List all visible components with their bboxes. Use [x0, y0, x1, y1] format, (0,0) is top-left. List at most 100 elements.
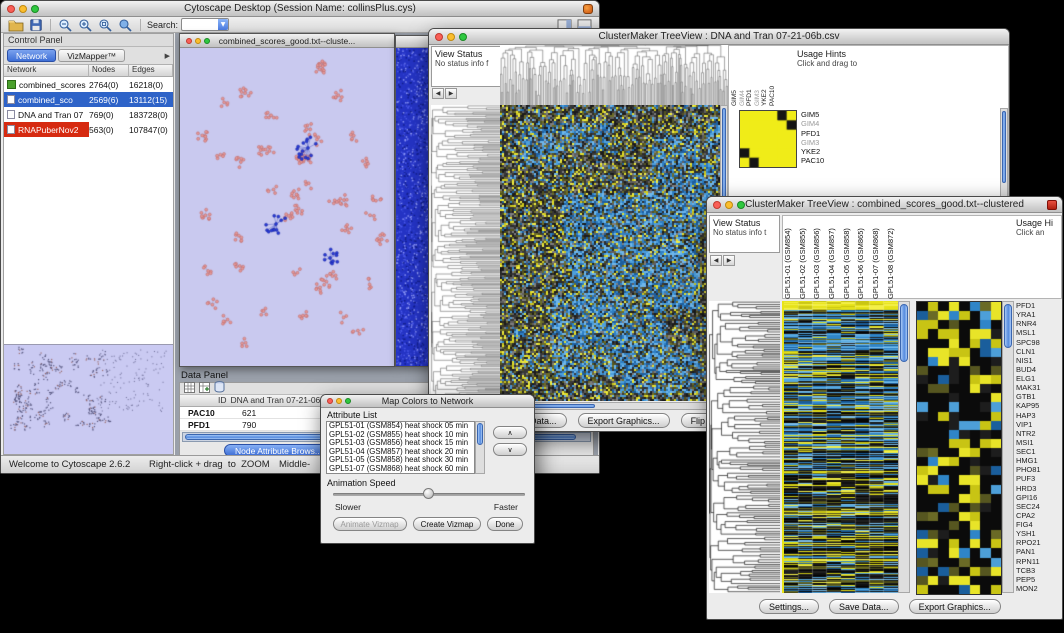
save-session-icon[interactable]: [27, 17, 44, 32]
zoom-heatmap-canvas[interactable]: [916, 301, 1002, 595]
gene-label[interactable]: NIS1: [1016, 356, 1062, 365]
close-icon[interactable]: [327, 398, 333, 404]
gene-label[interactable]: GTB1: [1016, 392, 1062, 401]
tab-overflow-icon[interactable]: ▶: [165, 52, 170, 60]
attribute-list[interactable]: GPL51-01 (GSM854) heat shock 05 minGPL51…: [326, 421, 475, 474]
zoom-out-icon[interactable]: [57, 17, 74, 32]
scroll-left-icon[interactable]: ◀: [432, 88, 444, 99]
minimize-icon[interactable]: [336, 398, 342, 404]
attribute-list-scrollbar[interactable]: [475, 421, 485, 474]
network-row[interactable]: DNA and Tran 07 769(0) 183728(0): [4, 107, 173, 122]
combo-arrow-icon[interactable]: ▼: [218, 19, 228, 30]
dialog-button[interactable]: Done: [487, 517, 522, 531]
gene-label[interactable]: HRD3: [1016, 484, 1062, 493]
gene-label[interactable]: NTR2: [1016, 429, 1062, 438]
gene-row-label[interactable]: PAC10: [801, 156, 847, 165]
scroll-left-icon[interactable]: ◀: [710, 255, 722, 266]
gene-label[interactable]: MSL1: [1016, 328, 1062, 337]
gene-label[interactable]: HAP3: [1016, 411, 1062, 420]
control-panel-tab[interactable]: Network: [7, 49, 56, 62]
gene-label[interactable]: YSH1: [1016, 529, 1062, 538]
network-window-2-titlebar[interactable]: [396, 36, 431, 48]
scrollbar-thumb[interactable]: [900, 304, 908, 362]
gene-label[interactable]: PAN1: [1016, 547, 1062, 556]
network-window-titlebar[interactable]: combined_scores_good.txt--cluste...: [180, 34, 394, 48]
open-session-icon[interactable]: [7, 17, 24, 32]
close-icon[interactable]: [713, 201, 721, 209]
array-column-label[interactable]: GPL51-04 (GSM857): [827, 216, 842, 299]
minimize-icon[interactable]: [195, 38, 201, 44]
select-attributes-icon[interactable]: [184, 380, 195, 398]
gene-label[interactable]: ELG1: [1016, 374, 1062, 383]
zoom-matrix-canvas[interactable]: [739, 110, 797, 168]
gene-label[interactable]: CLN1: [1016, 347, 1062, 356]
search-input[interactable]: ▼: [181, 18, 229, 31]
gene-column-label[interactable]: PAC10: [769, 48, 777, 106]
row-dendrogram-canvas[interactable]: [431, 105, 500, 401]
gene-row-label[interactable]: GIM3: [801, 138, 847, 147]
network-row[interactable]: combined_scores 2764(0) 16218(0): [4, 77, 173, 92]
treeview-combined-titlebar[interactable]: ClusterMaker TreeView : combined_scores_…: [707, 197, 1062, 213]
gene-label[interactable]: PEP5: [1016, 575, 1062, 584]
scroll-right-icon[interactable]: ▶: [723, 255, 735, 266]
main-titlebar[interactable]: Cytoscape Desktop (Session Name: collins…: [1, 1, 599, 17]
array-column-label[interactable]: GPL51-07 (GSM868): [871, 216, 886, 299]
gene-label[interactable]: PFD1: [1016, 301, 1062, 310]
gene-label[interactable]: MON2: [1016, 584, 1062, 593]
gene-label[interactable]: KAP95: [1016, 401, 1062, 410]
dialog-button[interactable]: Animate Vizmap: [333, 517, 407, 531]
gene-label[interactable]: GPI16: [1016, 493, 1062, 502]
attribute-item[interactable]: GPL51-07 (GSM868) heat shock 60 min: [327, 465, 474, 474]
create-attribute-icon[interactable]: [199, 380, 210, 398]
zoom-selected-icon[interactable]: [117, 17, 134, 32]
network-overview-canvas[interactable]: [4, 345, 173, 453]
zoom-in-icon[interactable]: [77, 17, 94, 32]
gene-label[interactable]: SPC98: [1016, 338, 1062, 347]
scrollbar-thumb[interactable]: [477, 423, 483, 445]
array-column-label[interactable]: GPL51-01 (GSM854): [783, 216, 798, 299]
network-graph-canvas[interactable]: [180, 48, 394, 366]
close-icon[interactable]: [435, 33, 443, 41]
maximize-icon[interactable]: [737, 201, 745, 209]
treeview-button[interactable]: Export Graphics...: [909, 599, 1001, 614]
slider-knob[interactable]: [423, 488, 434, 499]
gene-label[interactable]: RPO21: [1016, 538, 1062, 547]
maximize-icon[interactable]: [345, 398, 351, 404]
column-dendrogram-canvas[interactable]: [500, 45, 728, 105]
array-column-label[interactable]: GPL51-05 (GSM858): [842, 216, 857, 299]
move-up-button[interactable]: ∧: [493, 426, 527, 439]
animation-speed-slider[interactable]: [333, 487, 525, 501]
minimize-icon[interactable]: [447, 33, 455, 41]
heatmap-canvas[interactable]: [784, 301, 898, 593]
gene-label[interactable]: RPN11: [1016, 557, 1062, 566]
gene-label[interactable]: MAK31: [1016, 383, 1062, 392]
gene-label[interactable]: TCB3: [1016, 566, 1062, 575]
scrollbar-thumb[interactable]: [1004, 304, 1012, 348]
array-column-label[interactable]: GPL51-08 (GSM872): [886, 216, 901, 299]
gene-label[interactable]: HMG1: [1016, 456, 1062, 465]
close-icon[interactable]: [7, 5, 15, 13]
gene-column-label[interactable]: PFD1: [746, 48, 754, 106]
dialog-titlebar[interactable]: Map Colors to Network: [321, 395, 534, 408]
gene-label[interactable]: BUD4: [1016, 365, 1062, 374]
gene-column-label[interactable]: GIM3: [754, 48, 762, 106]
treeview-button[interactable]: Settings...: [759, 599, 819, 614]
close-icon[interactable]: [186, 38, 192, 44]
gene-label[interactable]: FIG4: [1016, 520, 1062, 529]
row-dendrogram-canvas[interactable]: [709, 301, 780, 593]
move-down-button[interactable]: ∨: [493, 443, 527, 456]
minimize-icon[interactable]: [725, 201, 733, 209]
gene-label[interactable]: PUF3: [1016, 474, 1062, 483]
treeview-button[interactable]: Save Data...: [829, 599, 899, 614]
gene-column-label[interactable]: YKE2: [761, 48, 769, 106]
gene-label[interactable]: VIP1: [1016, 420, 1062, 429]
maximize-icon[interactable]: [459, 33, 467, 41]
control-panel-tab[interactable]: VizMapper™: [58, 49, 125, 62]
scroll-right-icon[interactable]: ▶: [445, 88, 457, 99]
gene-row-label[interactable]: GIM4: [801, 119, 847, 128]
zoom-fit-icon[interactable]: [97, 17, 114, 32]
data-table-column-header[interactable]: DNA and Tran 07-21-06...: [229, 395, 330, 406]
gene-row-label[interactable]: YKE2: [801, 147, 847, 156]
array-column-label[interactable]: GPL51-02 (GSM855): [798, 216, 813, 299]
gene-list-scrollbar[interactable]: [1002, 301, 1014, 593]
